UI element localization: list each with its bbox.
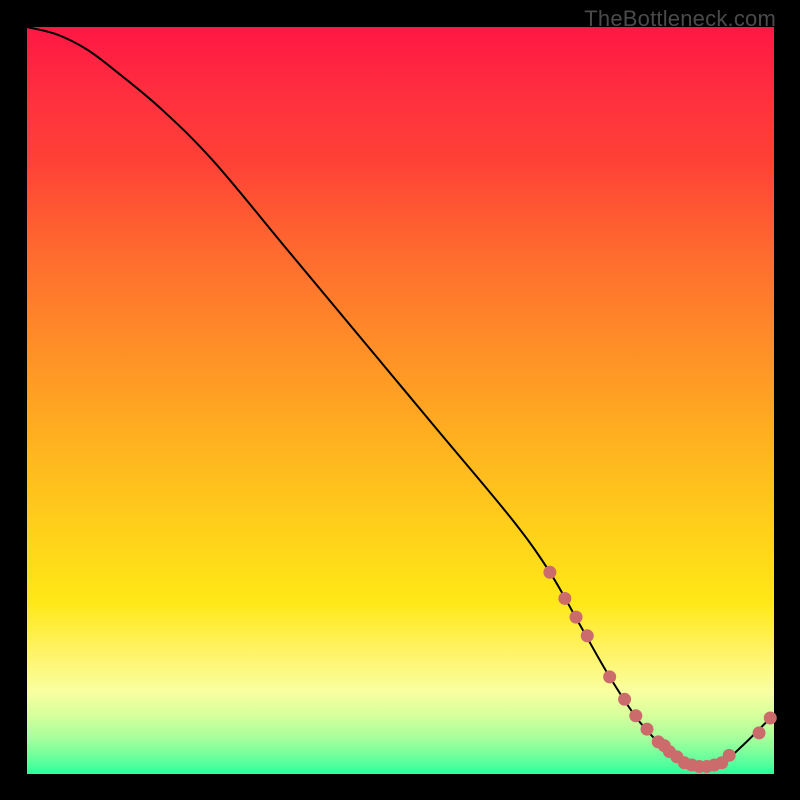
curve-marker bbox=[723, 749, 736, 762]
curve-marker bbox=[543, 566, 556, 579]
curve-marker bbox=[629, 709, 642, 722]
bottleneck-curve bbox=[27, 27, 774, 767]
curve-markers bbox=[543, 566, 776, 773]
curve-marker bbox=[581, 629, 594, 642]
watermark-text: TheBottleneck.com bbox=[584, 6, 776, 32]
curve-marker bbox=[764, 711, 777, 724]
curve-marker bbox=[753, 726, 766, 739]
curve-marker bbox=[558, 592, 571, 605]
curve-marker bbox=[603, 670, 616, 683]
curve-marker bbox=[641, 723, 654, 736]
chart-frame: TheBottleneck.com bbox=[0, 0, 800, 800]
curve-layer bbox=[27, 27, 774, 774]
curve-marker bbox=[618, 693, 631, 706]
curve-marker bbox=[570, 611, 583, 624]
